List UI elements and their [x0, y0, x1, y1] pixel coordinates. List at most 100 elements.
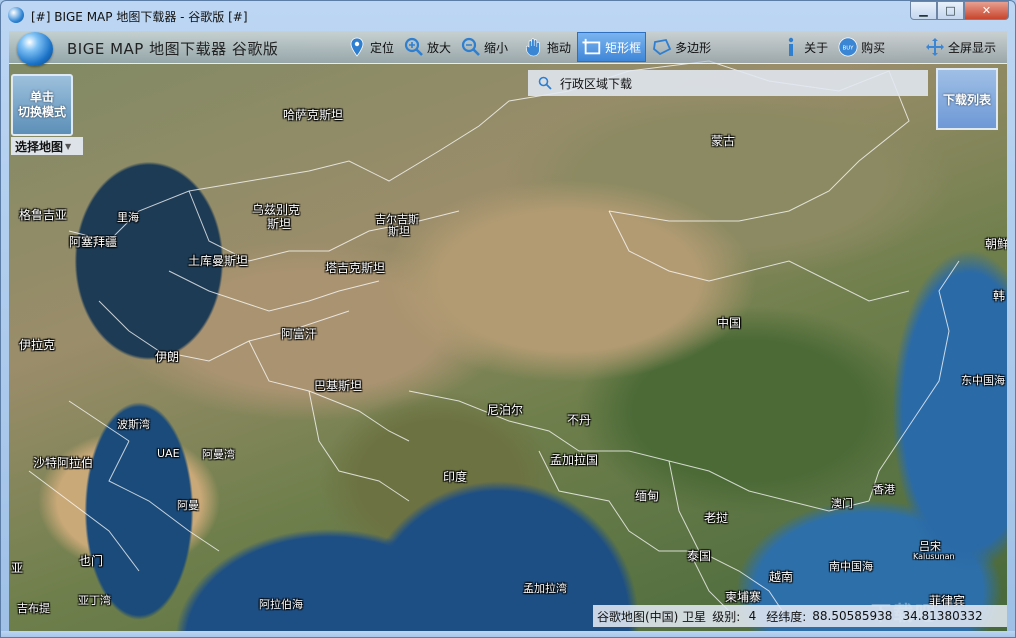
fullscreen-tool[interactable]: 全屏显示: [921, 32, 1000, 62]
map-label: 印度: [443, 470, 468, 484]
rectangle-select-icon: [582, 37, 602, 57]
map-label: 不丹: [567, 413, 592, 427]
download-list-label: 下载列表: [942, 92, 991, 107]
map-label: UAE: [157, 447, 180, 460]
pan-tool[interactable]: 拖动: [520, 32, 575, 62]
map-label: 斯坦: [267, 217, 292, 231]
map-label: 亚丁湾: [78, 594, 111, 607]
fullscreen-label: 全屏显示: [948, 40, 997, 55]
fullscreen-icon: [925, 37, 945, 57]
satellite-map[interactable]: 哈萨克斯坦 蒙古 格鲁吉亚 里海 乌兹别克 斯坦 吉尔吉斯 斯坦 阿塞拜疆 土库…: [9, 31, 1007, 631]
locate-tool[interactable]: 定位: [343, 32, 398, 62]
locate-label: 定位: [370, 40, 395, 55]
coord-label: 经纬度:: [766, 609, 807, 624]
title-bar[interactable]: [#] BIGE MAP 地图下载器 - 谷歌版 [#] ▁ □ ✕: [1, 1, 1015, 29]
rectangle-tool[interactable]: 矩形框: [577, 32, 647, 62]
svg-text:BUY: BUY: [843, 46, 855, 52]
select-map-dropdown[interactable]: 选择地图 ▼: [11, 137, 83, 155]
map-label: 韩: [993, 289, 1006, 303]
map-label: 中国: [717, 316, 742, 330]
buy-label: 购买: [861, 40, 886, 55]
map-label: 斯坦: [388, 225, 410, 238]
region-download-label: 行政区域下载: [560, 76, 633, 91]
window-bottom-frame: [1, 631, 1015, 637]
map-label: 塔吉克斯坦: [325, 261, 386, 275]
maximize-button[interactable]: □: [937, 1, 964, 20]
map-source: 谷歌地图(中国) 卫星: [597, 609, 707, 624]
about-tool[interactable]: 关于: [777, 32, 832, 62]
pan-label: 拖动: [547, 40, 572, 55]
map-label: 东中国海: [961, 374, 1005, 387]
location-pin-icon: [347, 37, 367, 57]
map-label: 阿曼湾: [202, 448, 235, 461]
minimize-button[interactable]: ▁: [910, 1, 937, 20]
map-label: 阿曼: [177, 499, 199, 512]
map-label: 哈萨克斯坦: [283, 108, 344, 122]
map-label: 孟加拉湾: [523, 582, 567, 595]
buy-icon: BUY: [838, 37, 858, 57]
zoom-out-tool[interactable]: 缩小: [457, 32, 512, 62]
map-label: 澳门: [831, 497, 853, 510]
map-label: 阿拉伯海: [259, 598, 303, 611]
map-label: 沙特阿拉伯: [33, 456, 94, 470]
map-label: 香港: [873, 483, 895, 496]
polygon-icon: [652, 37, 672, 57]
map-label: 阿富汗: [281, 327, 318, 341]
app-globe-icon: [8, 7, 24, 23]
map-label: 越南: [769, 570, 794, 584]
map-label: 也门: [79, 554, 104, 568]
zoom-in-icon: [404, 37, 424, 57]
map-label: 泰国: [687, 549, 712, 563]
search-icon: [538, 76, 552, 90]
map-label: 阿塞拜疆: [69, 235, 118, 249]
map-label: 巴基斯坦: [314, 379, 363, 393]
switch-mode-line1: 单击: [29, 90, 54, 104]
map-label: 老挝: [704, 511, 729, 525]
zoom-out-label: 缩小: [484, 40, 509, 55]
map-label: 朝鲜: [985, 237, 1007, 251]
map-label: 伊朗: [155, 350, 180, 364]
switch-mode-line2: 切换模式: [17, 105, 66, 119]
map-label: 柬埔寨: [725, 590, 762, 604]
status-bar: 谷歌地图(中国) 卫星 级别: 4 经纬度: 88.50585938 34.81…: [593, 605, 1007, 627]
hand-icon: [524, 37, 544, 57]
map-label: 波斯湾: [117, 418, 150, 431]
map-label: 里海: [117, 211, 139, 224]
country-borders: [28, 60, 960, 622]
buy-tool[interactable]: BUY 购买: [834, 32, 889, 62]
latitude-value: 34.81380332: [902, 609, 983, 623]
map-label: 格鲁吉亚: [19, 208, 68, 222]
logo-globe-icon: [17, 32, 53, 66]
map-label: 尼泊尔: [487, 403, 524, 417]
switch-mode-button[interactable]: 单击 切换模式: [11, 74, 73, 136]
level-value: 4: [748, 609, 757, 623]
dropdown-arrow-icon: ▼: [65, 141, 72, 151]
window-title: [#] BIGE MAP 地图下载器 - 谷歌版 [#]: [31, 10, 248, 24]
region-download-bar[interactable]: 行政区域下载: [528, 70, 928, 96]
zoom-out-icon: [461, 37, 481, 57]
about-label: 关于: [804, 40, 829, 55]
zoom-in-tool[interactable]: 放大: [400, 32, 455, 62]
map-label: 亚: [11, 561, 24, 575]
level-label: 级别:: [712, 609, 741, 624]
longitude-value: 88.50585938: [812, 609, 893, 623]
map-label: 吉布提: [17, 602, 50, 615]
close-button[interactable]: ✕: [964, 1, 1009, 20]
app-window: [#] BIGE MAP 地图下载器 - 谷歌版 [#] ▁ □ ✕ 哈萨克斯坦…: [0, 0, 1016, 638]
rectangle-label: 矩形框: [605, 40, 642, 55]
info-icon: [781, 37, 801, 57]
map-label: 南中国海: [829, 560, 873, 573]
map-label: 伊拉克: [19, 338, 56, 352]
map-label: 蒙古: [711, 134, 736, 148]
map-label: Kalusunan: [913, 552, 955, 561]
polygon-tool[interactable]: 多边形: [648, 32, 715, 62]
window-controls: ▁ □ ✕: [910, 1, 1009, 21]
main-toolbar: BIGE MAP 地图下载器 谷歌版 定位 放大 缩小 拖动 矩形框 多边形 关…: [9, 31, 1007, 66]
map-label: 缅甸: [635, 489, 660, 503]
polygon-label: 多边形: [675, 40, 712, 55]
select-map-label: 选择地图: [15, 139, 64, 154]
tool-group: 定位 放大 缩小 拖动 矩形框 多边形 关于 BUY 购买 全屏显示: [343, 31, 996, 63]
zoom-in-label: 放大: [427, 40, 452, 55]
map-label: 土库曼斯坦: [188, 254, 249, 268]
download-list-button[interactable]: 下载列表: [936, 68, 998, 130]
